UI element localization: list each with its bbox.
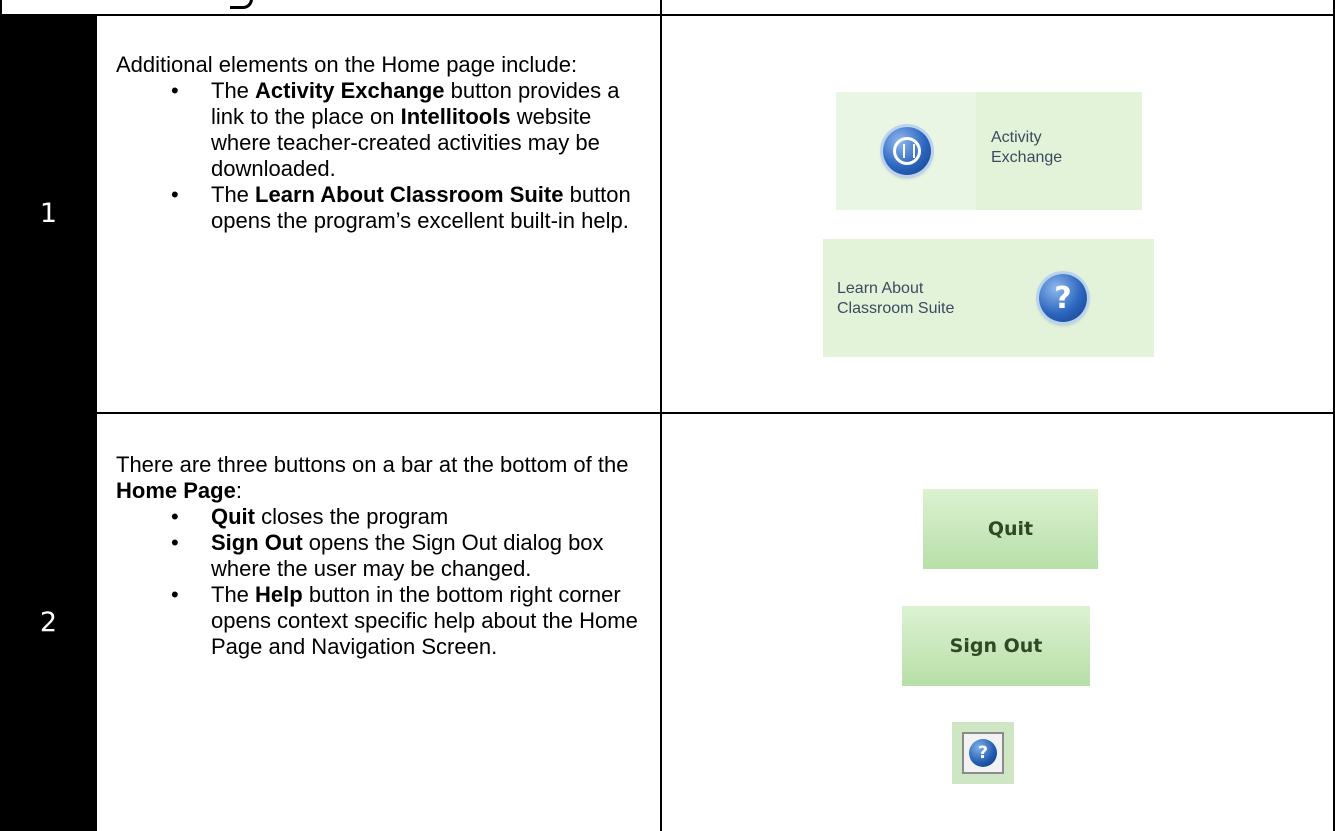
table-row-2: 2 There are three buttons on a bar at th… [0, 414, 1335, 831]
help-button[interactable]: ? [952, 722, 1014, 784]
bullet-bold: Quit [211, 504, 255, 529]
help-icon: ? [969, 739, 997, 767]
help-button-frame: ? [962, 732, 1004, 774]
step-intro: Additional elements on the Home page inc… [116, 52, 578, 77]
bullet-item: Sign Out opens the Sign Out dialog box w… [171, 530, 642, 582]
bullet-text: The [211, 182, 256, 207]
bullet-bold: Intellitools [400, 104, 511, 129]
bullet-list: The Activity Exchange button provides a … [116, 78, 642, 234]
bullet-list: Quit closes the program Sign Out opens t… [116, 504, 642, 660]
bullet-text: The [211, 582, 256, 607]
question-mark: ? [1054, 280, 1072, 316]
step-illustration: Quit Sign Out ? [662, 414, 1335, 831]
cropped-heading-glyph [230, 0, 253, 9]
step-illustration: Activity Exchange Learn About Classroom … [662, 14, 1335, 412]
bullet-bold: Activity Exchange [255, 78, 445, 103]
learn-about-label: Learn About Classroom Suite [837, 280, 955, 317]
exchange-icon-glyph [893, 137, 921, 165]
help-icon: ? [1039, 274, 1087, 322]
bullet-item: Quit closes the program [171, 504, 642, 530]
activity-exchange-label: Activity Exchange [991, 129, 1063, 166]
bullet-item: The Activity Exchange button provides a … [171, 78, 642, 182]
bullet-item: The Learn About Classroom Suite button o… [171, 182, 642, 234]
table-border [0, 0, 2, 14]
step-description: There are three buttons on a bar at the … [97, 414, 662, 831]
bullet-text: The [211, 78, 256, 103]
table-border [660, 0, 662, 14]
exchange-icon [883, 127, 931, 175]
bullet-text: closes the program [255, 504, 449, 529]
activity-exchange-button[interactable]: Activity Exchange [836, 92, 1142, 210]
step-number: 1 [0, 14, 97, 412]
learn-about-button[interactable]: Learn About Classroom Suite ? [823, 239, 1154, 357]
quit-button[interactable]: Quit [923, 489, 1098, 569]
bullet-bold: Learn About Classroom Suite [255, 182, 564, 207]
step-description: Additional elements on the Home page inc… [97, 14, 662, 412]
bullet-bold: Help [255, 582, 303, 607]
instruction-table: 1 Additional elements on the Home page i… [0, 0, 1335, 831]
bullet-bold: Sign Out [211, 530, 303, 555]
table-row-1: 1 Additional elements on the Home page i… [0, 14, 1335, 414]
step-number: 2 [0, 414, 97, 831]
intro-bold: Home Page [116, 478, 236, 503]
bullet-item: The Help button in the bottom right corn… [171, 582, 642, 660]
sign-out-button[interactable]: Sign Out [902, 606, 1090, 686]
intro-text: There are three buttons on a bar at the … [116, 452, 629, 477]
step-intro: There are three buttons on a bar at the … [116, 452, 642, 504]
intro-text: : [235, 478, 242, 503]
